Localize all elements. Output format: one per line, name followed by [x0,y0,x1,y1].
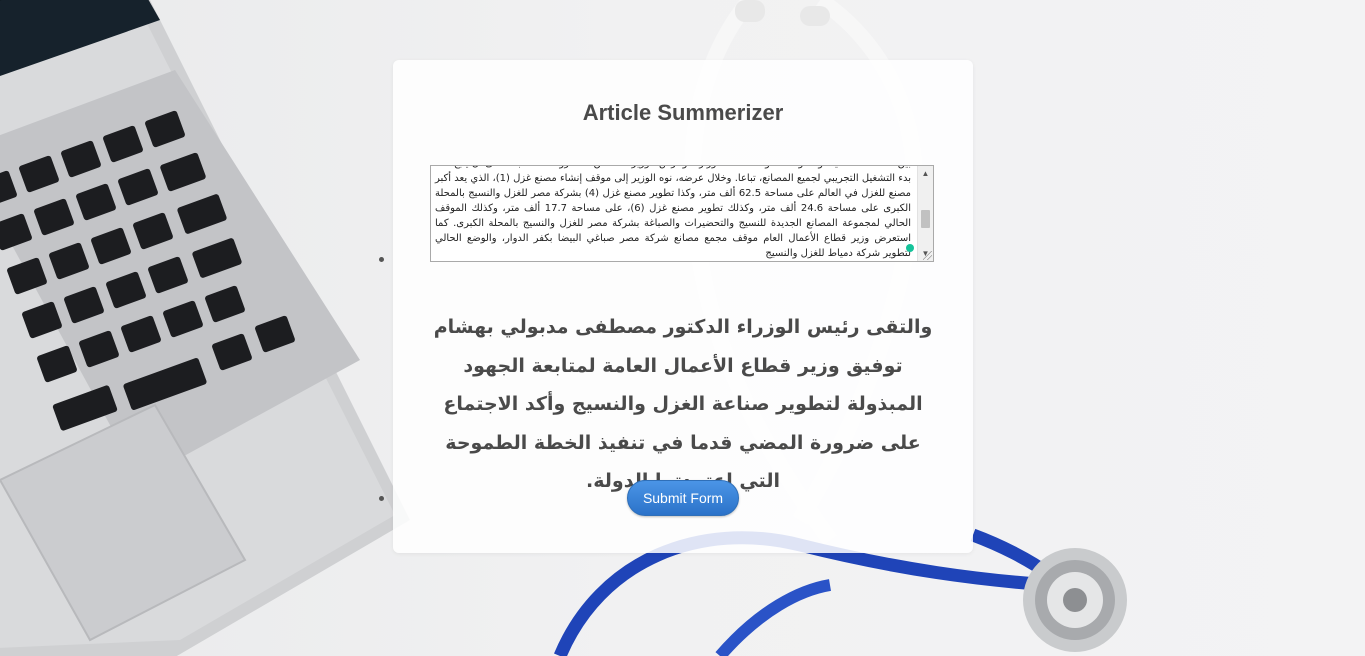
scroll-thumb[interactable] [921,210,930,228]
article-textarea[interactable]: بين الصناعات الثقيلة والمتوسطة، وفقا لخط… [430,165,934,262]
list-bullet [379,257,384,262]
scroll-up-icon[interactable]: ▲ [918,166,933,181]
textarea-scrollbar[interactable]: ▲ ▼ [917,166,933,261]
page-title: Article Summerizer [582,100,784,125]
list-bullet [379,496,384,501]
summarizer-card: Article Summerizer بين الصناعات الثقيلة … [393,60,973,553]
summary-text: والتقى رئيس الوزراء الدكتور مصطفى مدبولي… [433,316,933,492]
article-text[interactable]: بين الصناعات الثقيلة والمتوسطة، وفقا لخط… [431,166,915,261]
resize-grip-icon[interactable] [923,251,932,260]
submit-button[interactable]: Submit Form [627,480,739,516]
grammarly-icon[interactable] [906,244,914,252]
